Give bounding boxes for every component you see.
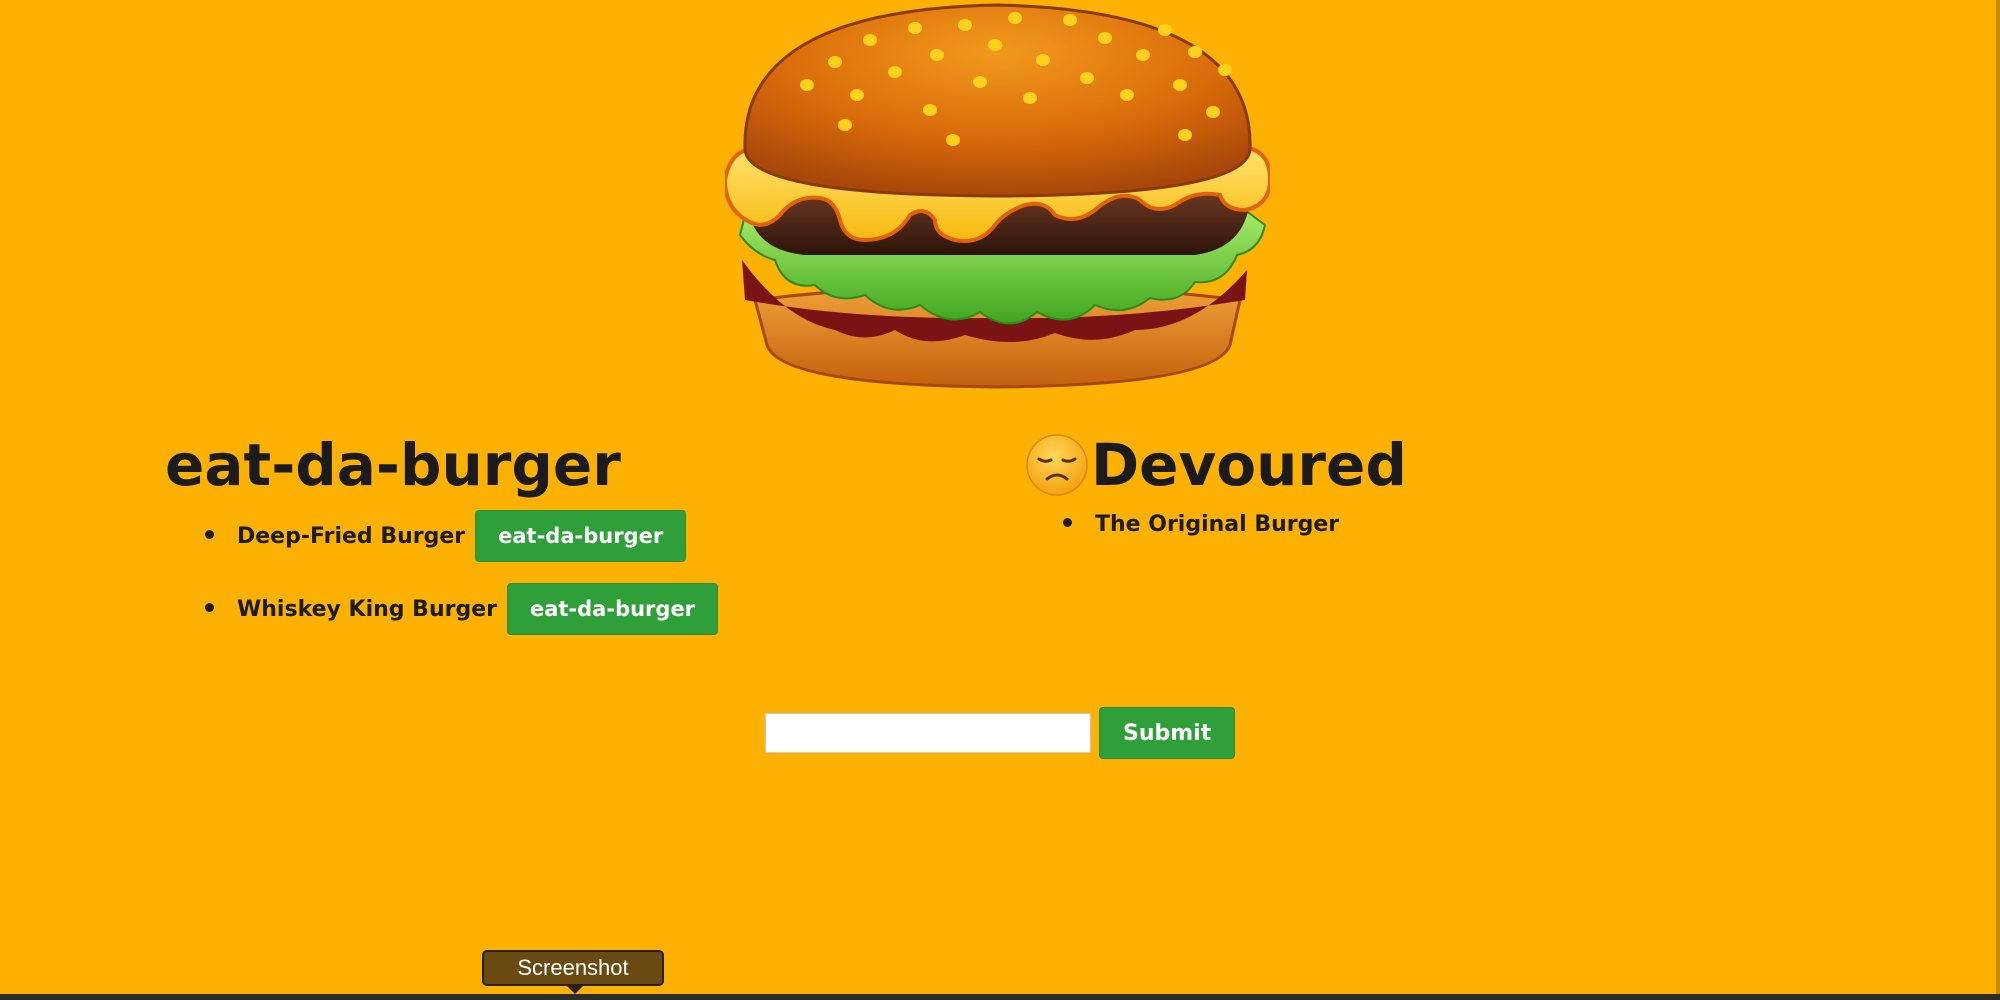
devoured-column: Devoured The Original Burger <box>1025 430 1725 565</box>
uneaten-column: eat-da-burger Deep-Fried Burger eat-da-b… <box>165 430 925 656</box>
screenshot-tooltip: Screenshot <box>482 950 664 994</box>
burger-name: Deep-Fried Burger <box>237 523 466 549</box>
burger-name: The Original Burger <box>1095 511 1340 537</box>
devoured-burger-list: The Original Burger <box>1025 504 1725 544</box>
dock-strip <box>0 994 2000 1000</box>
burger-name-input[interactable] <box>765 713 1091 753</box>
list-item: Deep-Fried Burger eat-da-burger <box>205 510 925 562</box>
list-item: Whiskey King Burger eat-da-burger <box>205 583 925 635</box>
devoured-heading: Devoured <box>1025 430 1725 500</box>
uneaten-burger-list: Deep-Fried Burger eat-da-burger Whiskey … <box>165 510 925 635</box>
disappointed-face-icon <box>1025 433 1089 497</box>
eat-burger-button[interactable]: eat-da-burger <box>506 583 719 635</box>
hamburger-icon <box>725 0 1270 390</box>
eat-burger-button[interactable]: eat-da-burger <box>475 510 687 562</box>
burger-name: Whiskey King Burger <box>237 596 497 622</box>
devoured-title: Devoured <box>1091 431 1407 499</box>
add-burger-form: Submit <box>765 707 1236 759</box>
page-title: eat-da-burger <box>165 431 621 499</box>
list-item: The Original Burger <box>1063 504 1725 544</box>
submit-button[interactable]: Submit <box>1099 707 1236 759</box>
window-edge <box>1996 0 2000 1000</box>
